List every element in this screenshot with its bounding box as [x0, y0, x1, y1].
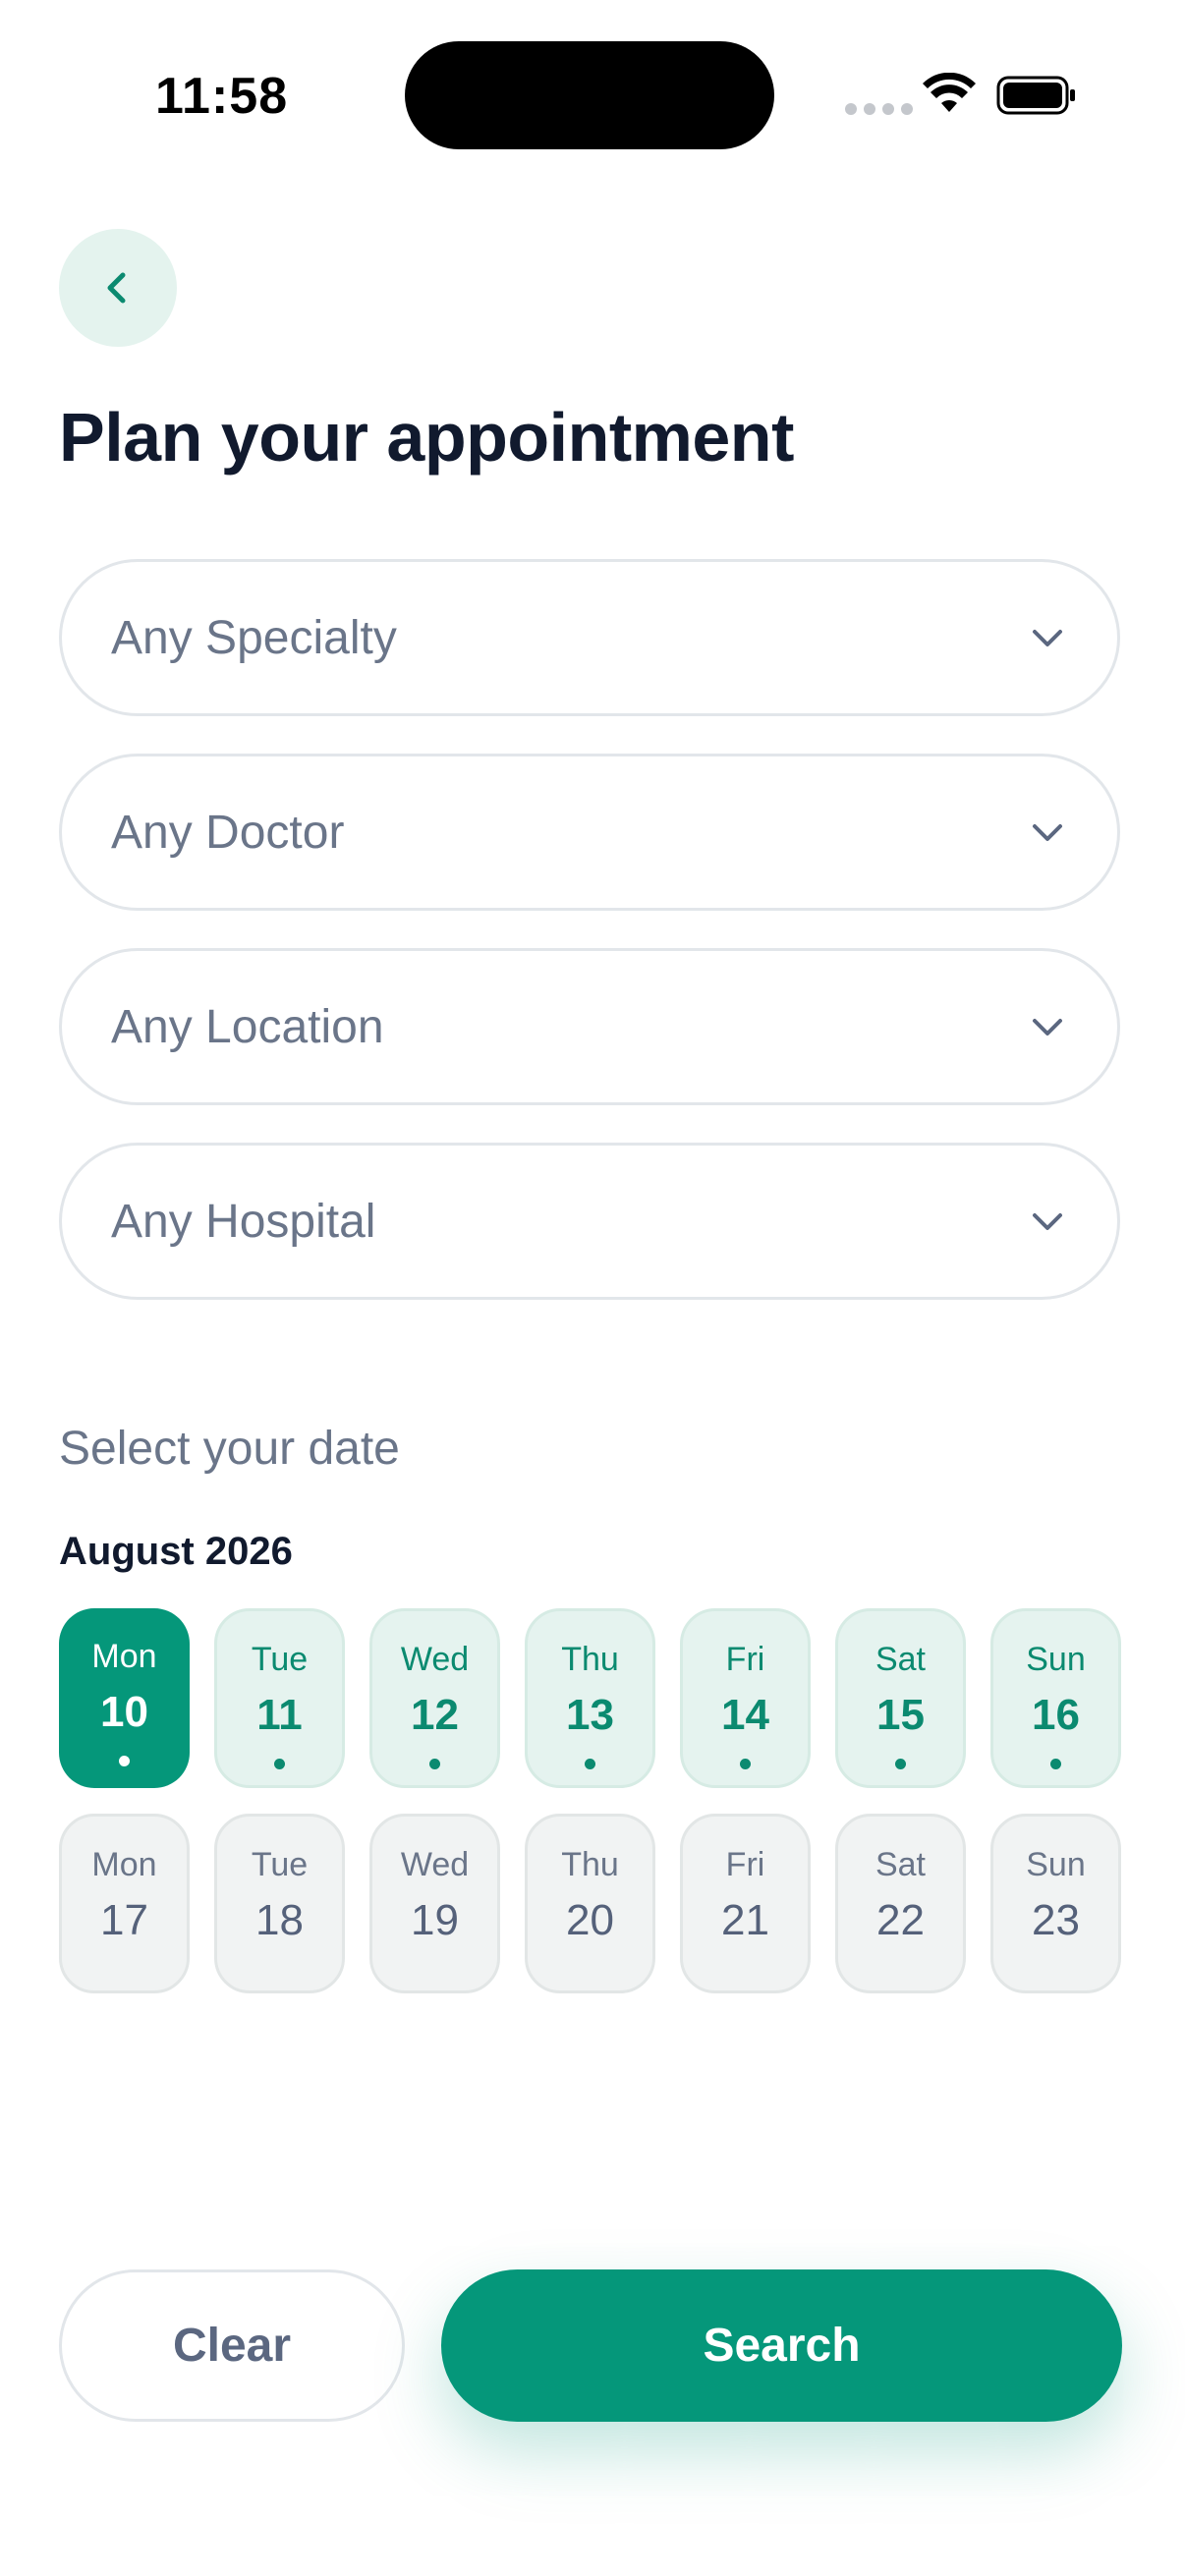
date-cell[interactable]: Tue 11 — [214, 1608, 345, 1788]
date-cell[interactable]: Tue 18 — [214, 1814, 345, 1993]
date-cell[interactable]: Fri 21 — [680, 1814, 811, 1993]
day-number: 18 — [255, 1896, 304, 1944]
week-row-2: Mon 17 Tue 18 Wed 19 Thu 20 Fri 21 Sat 2… — [59, 1814, 1121, 1993]
day-of-week: Mon — [91, 1638, 157, 1675]
day-number: 12 — [411, 1691, 459, 1739]
date-cell[interactable]: Wed 12 — [369, 1608, 500, 1788]
day-of-week: Fri — [725, 1641, 765, 1678]
battery-icon — [996, 76, 1075, 115]
day-of-week: Thu — [561, 1641, 619, 1678]
date-cell[interactable]: Thu 20 — [525, 1814, 655, 1993]
clear-button[interactable]: Clear — [59, 2269, 405, 2422]
availability-dot — [740, 1759, 751, 1769]
day-number: 17 — [100, 1896, 148, 1944]
day-number: 15 — [876, 1691, 925, 1739]
day-number: 10 — [100, 1688, 148, 1736]
status-time: 11:58 — [155, 68, 289, 125]
page-title: Plan your appointment — [59, 399, 794, 476]
week-row-1: Mon 10 Tue 11 Wed 12 Thu 13 Fri 14 Sat 1… — [59, 1608, 1121, 1788]
day-number: 14 — [721, 1691, 769, 1739]
day-of-week: Sun — [1026, 1641, 1086, 1678]
date-cell[interactable]: Sun 16 — [990, 1608, 1121, 1788]
back-button[interactable] — [59, 229, 177, 347]
day-of-week: Mon — [91, 1846, 157, 1883]
chevron-down-icon — [1033, 1213, 1062, 1230]
hospital-select[interactable]: Any Hospital — [59, 1143, 1120, 1300]
date-cell[interactable]: Mon 10 — [59, 1608, 190, 1788]
cellular-signal-icon — [845, 103, 913, 115]
day-of-week: Sun — [1026, 1846, 1086, 1883]
hospital-select-value: Any Hospital — [111, 1195, 376, 1248]
availability-dot — [585, 1759, 595, 1769]
date-cell[interactable]: Sat 22 — [835, 1814, 966, 1993]
day-of-week: Wed — [400, 1641, 470, 1678]
day-number: 21 — [721, 1896, 769, 1944]
date-cell[interactable]: Fri 14 — [680, 1608, 811, 1788]
day-number: 23 — [1032, 1896, 1080, 1944]
availability-dot — [274, 1759, 285, 1769]
wifi-icon — [923, 73, 976, 112]
day-number: 19 — [411, 1896, 459, 1944]
date-cell[interactable]: Wed 19 — [369, 1814, 500, 1993]
day-number: 20 — [566, 1896, 614, 1944]
day-of-week: Sat — [875, 1846, 927, 1883]
day-of-week: Tue — [251, 1846, 309, 1883]
day-of-week: Tue — [251, 1641, 309, 1678]
availability-dot — [429, 1759, 440, 1769]
day-of-week: Fri — [725, 1846, 765, 1883]
search-button[interactable]: Search — [441, 2269, 1122, 2422]
availability-dot — [119, 1756, 130, 1766]
chevron-down-icon — [1033, 824, 1062, 841]
day-of-week: Wed — [400, 1846, 470, 1883]
select-date-label: Select your date — [59, 1423, 400, 1475]
availability-dot — [1050, 1759, 1061, 1769]
day-of-week: Thu — [561, 1846, 619, 1883]
date-cell[interactable]: Sat 15 — [835, 1608, 966, 1788]
date-cell[interactable]: Thu 13 — [525, 1608, 655, 1788]
location-select[interactable]: Any Location — [59, 948, 1120, 1105]
specialty-select[interactable]: Any Specialty — [59, 559, 1120, 716]
day-number: 16 — [1032, 1691, 1080, 1739]
appointment-screen: 11:58 Plan your appointment Any Specialt… — [0, 0, 1185, 2576]
chevron-down-icon — [1033, 630, 1062, 646]
dynamic-island — [405, 41, 774, 149]
month-label: August 2026 — [59, 1530, 293, 1573]
date-cell[interactable]: Sun 23 — [990, 1814, 1121, 1993]
date-cell[interactable]: Mon 17 — [59, 1814, 190, 1993]
doctor-select-value: Any Doctor — [111, 806, 345, 859]
day-number: 11 — [256, 1691, 303, 1739]
chevron-down-icon — [1033, 1019, 1062, 1036]
doctor-select[interactable]: Any Doctor — [59, 754, 1120, 911]
chevron-left-icon — [107, 272, 126, 304]
specialty-select-value: Any Specialty — [111, 611, 397, 664]
day-number: 13 — [566, 1691, 614, 1739]
day-number: 22 — [876, 1896, 925, 1944]
location-select-value: Any Location — [111, 1000, 384, 1053]
day-of-week: Sat — [875, 1641, 927, 1678]
availability-dot — [895, 1759, 906, 1769]
